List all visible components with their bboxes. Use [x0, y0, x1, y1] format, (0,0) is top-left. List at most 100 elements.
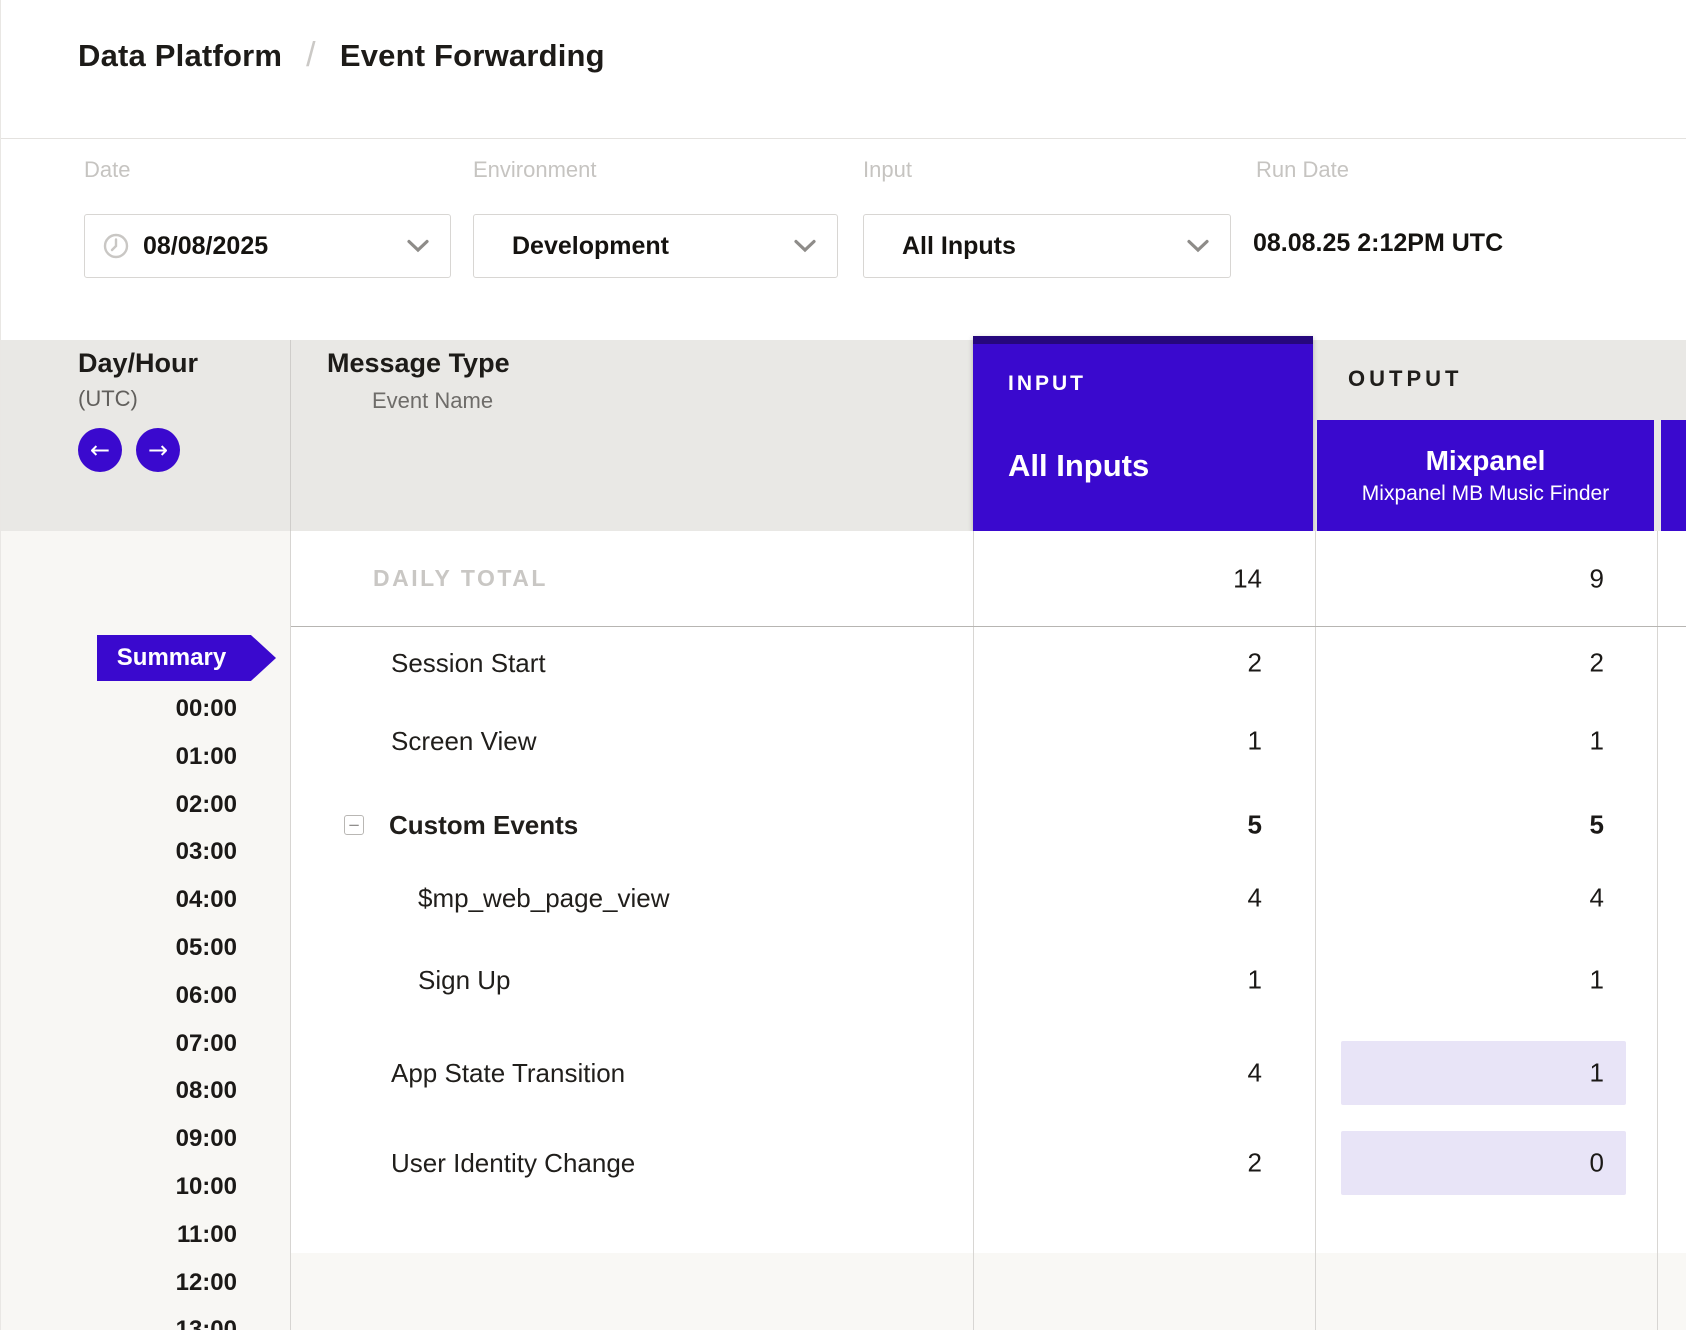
hour-label-0000[interactable]: 00:00 — [176, 694, 237, 724]
input-value-cell: 2 — [973, 627, 1315, 699]
input-dropdown[interactable]: All Inputs — [863, 214, 1231, 278]
input-value: 1 — [1248, 726, 1262, 757]
breadcrumb-item-data-platform[interactable]: Data Platform — [78, 38, 282, 74]
daily-total-row: DAILY TOTAL 14 9 — [291, 531, 1686, 627]
event-name: Custom Events — [389, 810, 578, 841]
filters-band: Date Environment Input Run Date 08/08/20… — [1, 139, 1686, 340]
input-column-header[interactable]: INPUT All Inputs — [973, 336, 1313, 531]
date-filter-label: Date — [84, 157, 130, 183]
hour-label-0700[interactable]: 07:00 — [176, 1029, 237, 1059]
event-name: Screen View — [391, 726, 537, 757]
output-value-cell: 4 — [1317, 862, 1657, 934]
table-bottom-band — [291, 1253, 1686, 1330]
chevron-down-icon — [793, 239, 817, 253]
event-name: App State Transition — [391, 1058, 625, 1089]
hour-label-0500[interactable]: 05:00 — [176, 933, 237, 963]
input-value: 4 — [1248, 883, 1262, 914]
input-value: 2 — [1248, 1148, 1262, 1179]
hour-label-0300[interactable]: 03:00 — [176, 837, 237, 867]
hour-label-1000[interactable]: 10:00 — [176, 1172, 237, 1202]
event-name-subtitle: Event Name — [372, 388, 493, 414]
input-section-label: INPUT — [1008, 372, 1086, 396]
input-value-cell: 4 — [973, 1037, 1315, 1109]
next-day-button[interactable]: → — [136, 428, 180, 472]
input-value-cell: 1 — [973, 705, 1315, 777]
chevron-down-icon — [1186, 239, 1210, 253]
day-hour-title: Day/Hour — [78, 348, 198, 379]
output-value-cell: 1 — [1317, 705, 1657, 777]
event-name: User Identity Change — [391, 1148, 635, 1179]
output-value: 5 — [1590, 810, 1604, 841]
top-header-band: Data Platform / Event Forwarding — [1, 0, 1686, 139]
hour-label-0600[interactable]: 06:00 — [176, 981, 237, 1011]
run-date-value: 08.08.25 2:12PM UTC — [1253, 229, 1503, 258]
output-value-cell: 1 — [1317, 944, 1657, 1016]
event-forwarding-page: Data Platform / Event Forwarding Date En… — [0, 0, 1686, 1330]
input-column-topstrip — [973, 336, 1313, 344]
output-column-name: Mixpanel — [1426, 445, 1546, 477]
date-dropdown[interactable]: 08/08/2025 — [84, 214, 451, 278]
event-row-screen-view: Screen View 1 1 — [291, 705, 1686, 777]
environment-value: Development — [512, 232, 669, 261]
input-value-cell: 4 — [973, 862, 1315, 934]
output-value: 1 — [1590, 726, 1604, 757]
event-row--mp-web-page-view: $mp_web_page_view 4 4 — [291, 862, 1686, 934]
output-column-header-mixpanel[interactable]: Mixpanel Mixpanel MB Music Finder — [1317, 420, 1654, 531]
output-value-cell: 0 — [1317, 1127, 1657, 1199]
event-name: Sign Up — [418, 965, 511, 996]
daily-total-output-cell: 9 — [1317, 531, 1657, 626]
hour-label-1300[interactable]: 13:00 — [176, 1315, 237, 1330]
output-value-cell: 2 — [1317, 627, 1657, 699]
event-row-sign-up: Sign Up 1 1 — [291, 944, 1686, 1016]
input-filter-label: Input — [863, 157, 912, 183]
environment-filter-label: Environment — [473, 157, 597, 183]
output-value: 2 — [1590, 648, 1604, 679]
clock-icon — [103, 233, 129, 259]
hour-label-0800[interactable]: 08:00 — [176, 1076, 237, 1106]
input-value-cell: 5 — [973, 789, 1315, 861]
output-value: 1 — [1590, 965, 1604, 996]
event-row-custom-events: − Custom Events 5 5 — [291, 789, 1686, 861]
message-type-title: Message Type — [327, 348, 510, 379]
event-row-user-identity-change: User Identity Change 2 0 — [291, 1127, 1686, 1199]
environment-dropdown[interactable]: Development — [473, 214, 838, 278]
date-value: 08/08/2025 — [143, 232, 268, 261]
collapse-icon[interactable]: − — [344, 815, 364, 835]
input-value-cell: 1 — [973, 944, 1315, 1016]
highlighted-cell-background — [1341, 1131, 1626, 1195]
run-date-label: Run Date — [1256, 157, 1349, 183]
output-section-label: OUTPUT — [1348, 366, 1462, 392]
input-column-name: All Inputs — [1008, 448, 1149, 484]
daily-total-output-value: 9 — [1590, 563, 1604, 594]
table-header: Day/Hour (UTC) ← → Message Type Event Na… — [1, 340, 1686, 531]
output-value: 0 — [1590, 1148, 1604, 1179]
hours-column: Summary 00:00 01:00 02:00 03:00 04:00 05:00 06… — [1, 531, 291, 1330]
chevron-down-icon — [406, 239, 430, 253]
output-column-subname: Mixpanel MB Music Finder — [1362, 482, 1609, 506]
day-hour-subtitle: (UTC) — [78, 386, 138, 412]
hour-label-0100[interactable]: 01:00 — [176, 742, 237, 772]
prev-day-button[interactable]: ← — [78, 428, 122, 472]
output-value: 4 — [1590, 883, 1604, 914]
daily-total-input-cell: 14 — [973, 531, 1315, 626]
hour-label-1200[interactable]: 12:00 — [176, 1268, 237, 1298]
input-value: 5 — [1248, 810, 1262, 841]
summary-badge[interactable]: Summary — [97, 635, 276, 681]
hour-label-0400[interactable]: 04:00 — [176, 885, 237, 915]
event-name: $mp_web_page_view — [418, 883, 670, 914]
breadcrumb-item-event-forwarding: Event Forwarding — [340, 38, 605, 74]
input-value: 4 — [1248, 1058, 1262, 1089]
output-value-cell: 1 — [1317, 1037, 1657, 1109]
hour-label-0200[interactable]: 02:00 — [176, 790, 237, 820]
output-column-header-partial[interactable] — [1661, 420, 1686, 531]
breadcrumb-separator: / — [306, 36, 316, 75]
input-value: 1 — [1248, 965, 1262, 996]
day-hour-header-cell: Day/Hour (UTC) ← → — [1, 340, 291, 531]
output-value: 1 — [1590, 1058, 1604, 1089]
hour-label-0900[interactable]: 09:00 — [176, 1124, 237, 1154]
breadcrumb: Data Platform / Event Forwarding — [78, 36, 605, 75]
daily-total-label: DAILY TOTAL — [373, 565, 548, 592]
event-row-session-start: Session Start 2 2 — [291, 627, 1686, 699]
event-name: Session Start — [391, 648, 546, 679]
hour-label-1100[interactable]: 11:00 — [177, 1220, 237, 1250]
